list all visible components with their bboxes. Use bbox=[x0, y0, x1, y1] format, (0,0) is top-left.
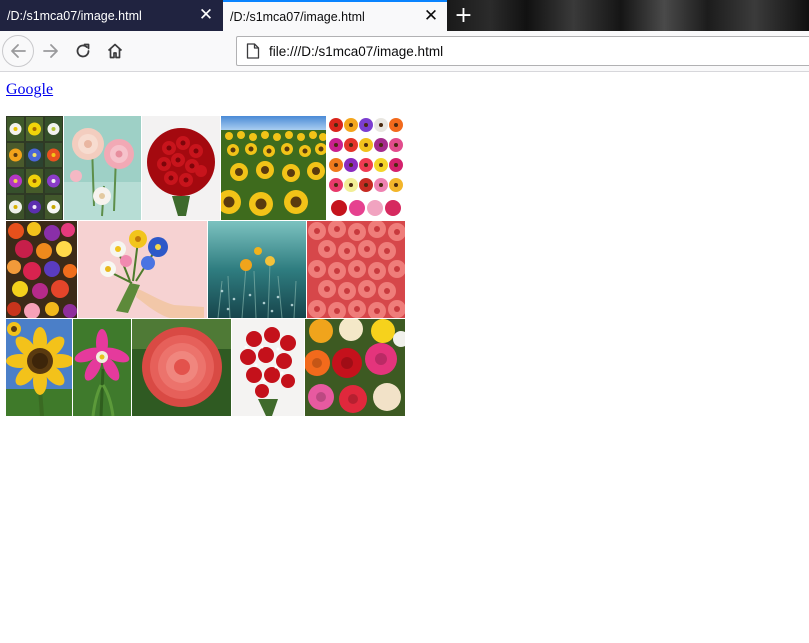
teal-field-flowers-photo[interactable] bbox=[208, 221, 306, 318]
home-button[interactable] bbox=[99, 35, 131, 67]
sunflower-field-photo[interactable] bbox=[221, 116, 326, 220]
flower-gallery bbox=[6, 116, 405, 416]
forward-button[interactable] bbox=[35, 35, 67, 67]
flower-grid-photo[interactable] bbox=[6, 116, 63, 220]
red-rose-bouquet-photo[interactable] bbox=[142, 116, 220, 220]
gerbera-collage-photo[interactable] bbox=[327, 116, 405, 220]
coral-dahlia-photo[interactable] bbox=[132, 319, 231, 416]
tab-inactive[interactable]: /D:/s1mca07/image.html ✕ bbox=[0, 0, 222, 31]
colorful-roses-photo[interactable] bbox=[305, 319, 405, 416]
page-icon bbox=[239, 37, 267, 65]
tab-active[interactable]: /D:/s1mca07/image.html ✕ bbox=[223, 0, 447, 31]
tab-strip-background bbox=[447, 0, 809, 31]
tab-strip: /D:/s1mca07/image.html ✕ /D:/s1mca07/ima… bbox=[0, 0, 809, 31]
arrow-left-icon bbox=[11, 44, 26, 58]
home-icon bbox=[107, 43, 123, 59]
hand-holding-bouquet-photo[interactable] bbox=[78, 221, 207, 318]
navigation-toolbar: file:///D:/s1mca07/image.html bbox=[0, 31, 809, 72]
mixed-flower-bed-photo[interactable] bbox=[6, 221, 77, 318]
tab-title: /D:/s1mca07/image.html bbox=[7, 8, 142, 23]
pink-dahlias-photo[interactable] bbox=[64, 116, 141, 220]
reload-button[interactable] bbox=[67, 35, 99, 67]
address-bar[interactable]: file:///D:/s1mca07/image.html bbox=[236, 36, 809, 66]
reload-icon bbox=[76, 43, 90, 58]
google-link[interactable]: Google bbox=[6, 81, 53, 99]
red-rose-bouquet-2-photo[interactable] bbox=[232, 319, 304, 416]
pink-lily-photo[interactable] bbox=[73, 319, 131, 416]
tab-title: /D:/s1mca07/image.html bbox=[230, 9, 365, 24]
arrow-right-icon bbox=[43, 44, 58, 58]
close-icon[interactable]: ✕ bbox=[194, 4, 218, 28]
new-tab-button[interactable]: + bbox=[450, 2, 477, 29]
address-text: file:///D:/s1mca07/image.html bbox=[269, 43, 444, 59]
sunflower-closeup-photo[interactable] bbox=[6, 319, 72, 416]
close-icon[interactable]: ✕ bbox=[419, 5, 443, 29]
back-button[interactable] bbox=[2, 35, 34, 67]
page-content: Google bbox=[0, 72, 809, 643]
pink-roses-closeup-photo[interactable] bbox=[307, 221, 405, 318]
